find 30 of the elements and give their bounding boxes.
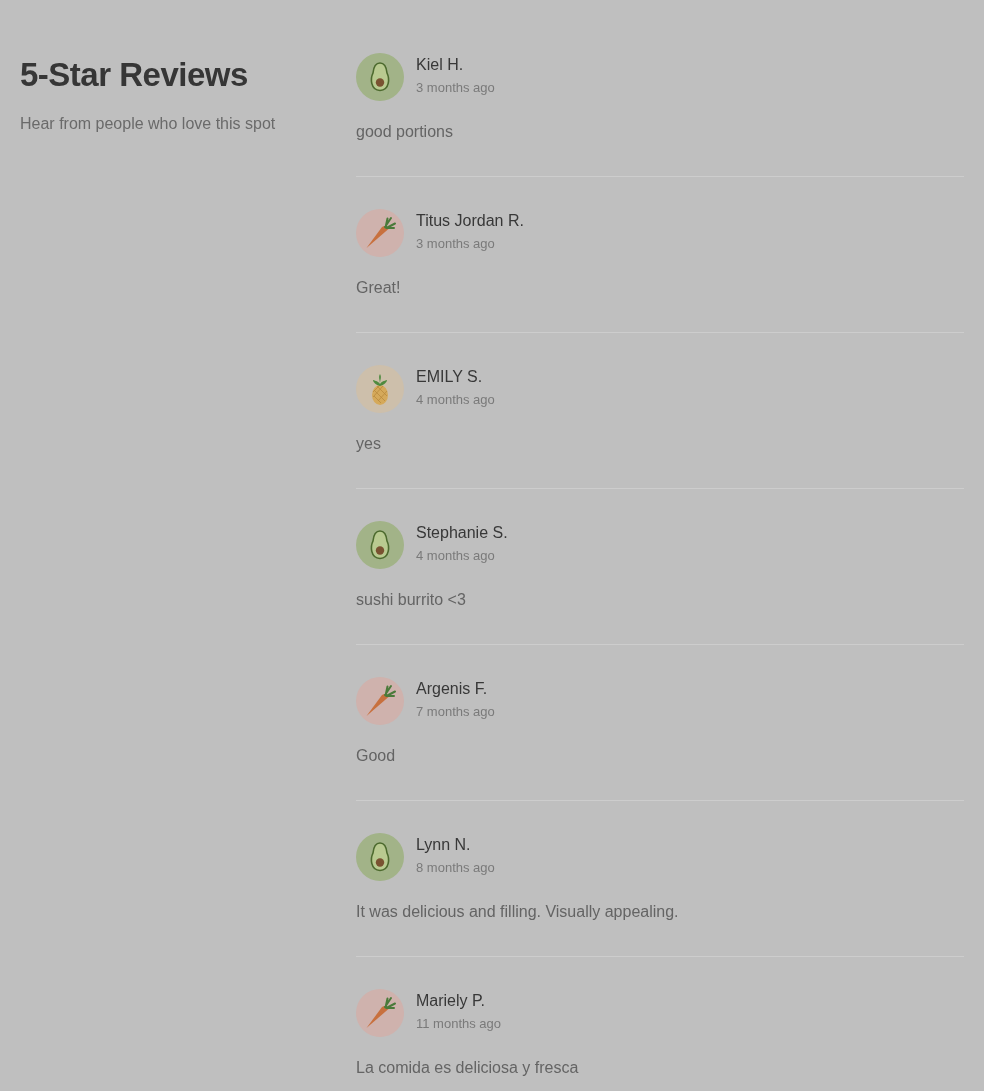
review-text: good portions [356,122,453,142]
review-date: 4 months ago [416,548,495,564]
reviewer-name: Mariely P. [416,991,486,1011]
reviewer-name: Kiel H. [416,55,464,75]
review-text: Good [356,746,396,766]
review-date: 3 months ago [416,80,495,96]
avocado-icon [356,53,404,101]
avocado-icon [356,521,404,569]
review-date: 11 months ago [416,1016,502,1032]
carrot-icon [356,989,404,1037]
carrot-icon [356,677,404,725]
section-subtitle: Hear from people who love this spot [20,114,276,134]
carrot-icon [356,209,404,257]
reviewer-name: Stephanie S. [416,523,508,543]
reviewer-name: Argenis F. [416,679,488,699]
pineapple-icon [356,365,404,413]
review-date: 7 months ago [416,704,495,720]
review-date: 3 months ago [416,236,495,252]
reviewer-name: EMILY S. [416,367,483,387]
section-title: 5-Star Reviews [20,55,248,95]
review-date: 8 months ago [416,860,495,876]
review-text: sushi burrito <3 [356,590,466,610]
review-date: 4 months ago [416,392,495,408]
reviewer-name: Lynn N. [416,835,471,855]
review-text: La comida es deliciosa y fresca [356,1058,579,1078]
review-text: It was delicious and filling. Visually appealing. [356,902,679,922]
review-text: yes [356,434,381,454]
avocado-icon [356,833,404,881]
review-text: Great! [356,278,401,298]
reviewer-name: Titus Jordan R. [416,211,524,231]
